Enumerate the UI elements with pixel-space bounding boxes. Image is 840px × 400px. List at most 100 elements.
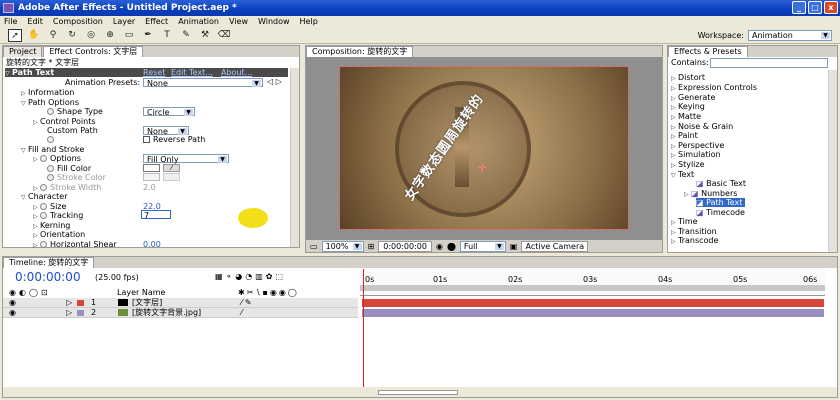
current-time-indicator[interactable]	[363, 269, 364, 394]
shy-switch-icon[interactable]: ⁄ ✎	[241, 298, 252, 307]
eyedropper-icon[interactable]	[163, 173, 180, 181]
presets-select[interactable]: None ▼	[143, 78, 263, 88]
pan-behind-icon[interactable]: ⊕	[103, 29, 117, 42]
composition-canvas[interactable]: 女字数态圆周旋转的 ✛	[339, 66, 629, 230]
reset-link[interactable]: Reset	[143, 68, 165, 77]
effects-item-matte[interactable]: ▷ Matte	[671, 112, 701, 121]
effects-item-simulation[interactable]: ▷ Simulation	[671, 150, 721, 159]
stopwatch-icon[interactable]	[40, 184, 47, 191]
expand-icon[interactable]: ▷	[66, 298, 72, 307]
hshear-value[interactable]: 0.00	[143, 240, 161, 249]
effects-item-text[interactable]: ▽ Text	[671, 170, 694, 179]
expand-icon[interactable]: ▷	[66, 308, 72, 317]
stopwatch-icon[interactable]	[40, 241, 47, 248]
resolution-select[interactable]: Full ▼	[459, 240, 506, 252]
monitor-icon[interactable]: ▭	[310, 242, 318, 251]
prop-orientation[interactable]: ▷ Orientation	[33, 230, 85, 239]
orbit-camera-icon[interactable]: ◎	[84, 29, 98, 42]
effects-item-paint[interactable]: ▷ Paint	[671, 131, 698, 140]
tab-effects-presets[interactable]: Effects & Presets	[668, 46, 748, 57]
tracking-input[interactable]: 7	[141, 210, 171, 220]
pen-tool-icon[interactable]: ✒	[141, 29, 155, 42]
prop-information[interactable]: ▷ Information	[21, 88, 74, 97]
effects-item-generate[interactable]: ▷ Generate	[671, 93, 715, 102]
effects-item-path-text[interactable]: ◪ Path Text	[696, 198, 746, 207]
checkbox-icon[interactable]	[143, 136, 150, 143]
prop-control-points[interactable]: ▷ Control Points	[33, 117, 96, 126]
expand-icon[interactable]: ▽	[5, 69, 12, 78]
about-link[interactable]: About...	[221, 68, 252, 77]
label-color-swatch[interactable]	[77, 300, 84, 306]
layer-2-duration-bar[interactable]	[362, 309, 824, 317]
tab-composition[interactable]: Composition: 旋转的文字	[306, 46, 414, 57]
rotate-tool-icon[interactable]: ↻	[65, 29, 79, 42]
effects-item-distort[interactable]: ▷ Distort	[671, 73, 705, 82]
effects-item-numbers[interactable]: ▷ ◪ Numbers	[684, 189, 737, 198]
effects-item-stylize[interactable]: ▷ Stylize	[671, 160, 705, 169]
menu-file[interactable]: File	[4, 16, 17, 28]
effects-item-time[interactable]: ▷ Time	[671, 217, 698, 226]
effects-scrollbar[interactable]	[828, 70, 837, 252]
stopwatch-icon[interactable]	[47, 108, 54, 115]
stopwatch-icon[interactable]	[40, 212, 47, 219]
timeline-switch-icons[interactable]: ▦⚬◕◔▥✿⬚	[215, 272, 286, 281]
effects-item-basic-text[interactable]: ◪ Basic Text	[696, 179, 746, 188]
zoom-select[interactable]: 100% ▼	[321, 240, 364, 252]
stopwatch-icon[interactable]	[40, 203, 47, 210]
custom-path-select[interactable]: None ▼	[143, 126, 189, 136]
menu-window[interactable]: Window	[258, 16, 290, 28]
brush-tool-icon[interactable]: ✎	[179, 29, 193, 42]
edit-text-link[interactable]: Edit Text...	[171, 68, 213, 77]
menu-animation[interactable]: Animation	[178, 16, 219, 28]
zoom-tool-icon[interactable]: ⚲	[46, 29, 60, 42]
workspace-select[interactable]: Animation ▼	[748, 30, 832, 41]
work-area-bar[interactable]	[360, 285, 825, 291]
eraser-tool-icon[interactable]: ⌫	[217, 29, 231, 42]
prop-kerning[interactable]: ▷ Kerning	[33, 221, 70, 230]
hand-tool-icon[interactable]: ✋	[27, 29, 41, 42]
eye-icon[interactable]: ◉	[9, 298, 16, 307]
clone-stamp-icon[interactable]: ⚒	[198, 29, 212, 42]
grid-icon[interactable]: ⊞	[368, 242, 375, 251]
effects-item-noise[interactable]: ▷ Noise & Grain	[671, 122, 733, 131]
menu-help[interactable]: Help	[300, 16, 318, 28]
menu-view[interactable]: View	[229, 16, 248, 28]
stroke-color-swatch[interactable]	[143, 173, 160, 181]
mask-tool-icon[interactable]: ▭	[122, 29, 136, 42]
channel-icon[interactable]: ⬤	[447, 242, 456, 251]
stopwatch-icon[interactable]	[47, 174, 54, 181]
ec-scrollbar[interactable]	[290, 68, 299, 247]
camera-select[interactable]: Active Camera	[521, 240, 589, 252]
shape-type-select[interactable]: Circle ▼	[143, 107, 195, 117]
shy-switch-icon[interactable]: ⁄	[241, 308, 242, 317]
anchor-point-icon[interactable]: ✛	[478, 163, 486, 174]
tab-effect-controls[interactable]: Effect Controls: 文字层	[43, 46, 144, 57]
menu-edit[interactable]: Edit	[27, 16, 43, 28]
fill-color-swatch[interactable]	[143, 164, 160, 172]
effects-item-transition[interactable]: ▷ Transition	[671, 227, 717, 236]
stroke-width-value[interactable]: 2.0	[143, 183, 156, 192]
prop-path-options[interactable]: ▽ Path Options	[21, 98, 79, 107]
stopwatch-icon[interactable]	[47, 136, 54, 143]
layer-row-1[interactable]	[3, 298, 358, 308]
maximize-button[interactable]: □	[808, 1, 822, 14]
effects-item-timecode[interactable]: ◪ Timecode	[696, 208, 745, 217]
prop-fill-stroke[interactable]: ▽ Fill and Stroke	[21, 145, 84, 154]
menu-layer[interactable]: Layer	[113, 16, 135, 28]
eyedropper-icon[interactable]: ⁄	[163, 164, 180, 172]
tab-project[interactable]: Project	[3, 46, 43, 57]
effects-item-keying[interactable]: ▷ Keying	[671, 102, 705, 111]
label-color-swatch[interactable]	[77, 310, 84, 316]
layer-1-duration-bar[interactable]	[362, 299, 824, 307]
zoom-slider[interactable]	[378, 390, 458, 395]
roi-icon[interactable]: ▣	[510, 242, 518, 251]
effects-item-transcode[interactable]: ▷ Transcode	[671, 236, 718, 245]
close-button[interactable]: x	[824, 1, 838, 14]
layer-name-header[interactable]: Layer Name	[117, 288, 165, 297]
effects-item-perspective[interactable]: ▷ Perspective	[671, 141, 724, 150]
stopwatch-icon[interactable]	[40, 155, 47, 162]
minimize-button[interactable]: _	[792, 1, 806, 14]
timeline-current-time[interactable]: 0:00:00:00	[15, 271, 81, 284]
options-select[interactable]: Fill Only ▼	[143, 154, 229, 164]
preset-nav-icon[interactable]: ◁ ▷	[267, 77, 282, 86]
